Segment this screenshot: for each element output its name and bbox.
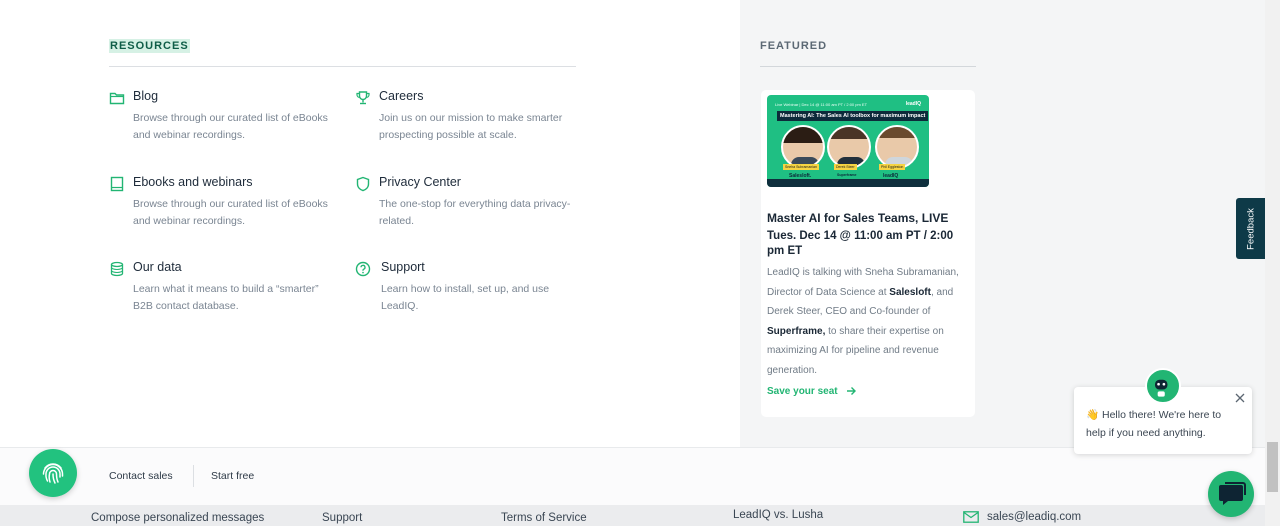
start-free-link[interactable]: Start free bbox=[211, 470, 254, 482]
featured-section: FEATURED Live Webinar | Dec 14 @ 11:00 a… bbox=[740, 0, 1280, 447]
resource-link-careers[interactable]: Careers Join us on our mission to make s… bbox=[355, 89, 585, 145]
thumb-title: Mastering AI: The Sales AI toolbox for m… bbox=[777, 111, 929, 121]
resource-link-our-data[interactable]: Our data Learn what it means to build a … bbox=[109, 260, 339, 316]
resource-link-ebooks-webinars[interactable]: Ebooks and webinars Browse through our c… bbox=[109, 175, 339, 231]
fingerprint-icon bbox=[42, 463, 64, 484]
arrow-right-icon bbox=[847, 387, 856, 395]
resource-link-privacy-center[interactable]: Privacy Center The one-stop for everythi… bbox=[355, 175, 585, 231]
close-icon[interactable] bbox=[1233, 391, 1247, 405]
divider bbox=[193, 465, 194, 487]
featured-title[interactable]: Master AI for Sales Teams, LIVE bbox=[767, 209, 967, 228]
speaker-tag: Phil Eggleston bbox=[879, 164, 906, 170]
resource-desc: Browse through our curated list of eBook… bbox=[133, 112, 328, 141]
help-circle-icon bbox=[355, 261, 371, 277]
speaker-tag: Derek Steer bbox=[834, 164, 857, 170]
feedback-tab[interactable]: Feedback bbox=[1236, 198, 1265, 259]
save-your-seat-link[interactable]: Save your seat bbox=[767, 386, 856, 397]
page: RESOURCES Blog Browse through our curate… bbox=[0, 0, 1280, 526]
mail-icon bbox=[963, 511, 979, 523]
webinar-thumbnail[interactable]: Live Webinar | Dec 14 @ 11:00 am PT / 2:… bbox=[767, 95, 929, 187]
resources-section: RESOURCES Blog Browse through our curate… bbox=[0, 0, 740, 447]
divider bbox=[760, 66, 976, 67]
speaker-photo bbox=[781, 125, 825, 169]
divider bbox=[109, 66, 576, 67]
resource-title: Blog bbox=[133, 89, 159, 103]
brand-logo: Superframe bbox=[837, 173, 857, 177]
footer-link[interactable]: LeadIQ vs. Lusha bbox=[733, 509, 823, 521]
thumb-logo: leadIQ bbox=[905, 101, 921, 107]
resource-desc: Learn what it means to build a “smarter”… bbox=[133, 283, 319, 312]
folder-icon bbox=[109, 92, 125, 105]
featured-description: LeadIQ is talking with Sneha Subramanian… bbox=[767, 267, 959, 376]
resource-link-support[interactable]: Support Learn how to install, set up, an… bbox=[355, 260, 585, 316]
featured-card[interactable]: Live Webinar | Dec 14 @ 11:00 am PT / 2:… bbox=[761, 90, 975, 417]
speaker-photo bbox=[827, 125, 871, 169]
footer-link[interactable]: Terms of Service bbox=[501, 512, 587, 524]
database-icon bbox=[110, 261, 124, 277]
resource-desc: Learn how to install, set up, and use Le… bbox=[381, 283, 550, 312]
footer-link[interactable]: Compose personalized messages bbox=[91, 512, 264, 524]
resource-desc: The one-stop for everything data privacy… bbox=[379, 198, 571, 227]
footer-link[interactable]: Support bbox=[322, 512, 362, 524]
chat-greeting-text: 👋 Hello there! We're here to help if you… bbox=[1086, 409, 1222, 439]
feedback-label: Feedback bbox=[1245, 207, 1256, 250]
fingerprint-button[interactable] bbox=[29, 449, 77, 497]
chat-launcher-button[interactable] bbox=[1208, 471, 1254, 517]
robot-icon bbox=[1155, 379, 1168, 397]
trophy-icon bbox=[356, 91, 370, 105]
contact-sales-link[interactable]: Contact sales bbox=[109, 470, 173, 482]
resource-link-blog[interactable]: Blog Browse through our curated list of … bbox=[109, 89, 339, 145]
featured-date: Tues. Dec 14 @ 11:00 am PT / 2:00 pm ET bbox=[767, 230, 954, 257]
featured-heading: FEATURED bbox=[760, 40, 828, 52]
resource-title: Our data bbox=[133, 260, 182, 274]
shield-icon bbox=[356, 176, 370, 192]
speaker-tag: Sneha Subramanian bbox=[783, 164, 819, 170]
thumb-bottom-band bbox=[767, 179, 929, 187]
resource-title: Ebooks and webinars bbox=[133, 175, 253, 189]
chatbot-avatar bbox=[1145, 368, 1181, 404]
resource-title: Support bbox=[381, 260, 425, 274]
chat-bubble-icon bbox=[1219, 482, 1246, 505]
resource-title: Careers bbox=[379, 89, 424, 103]
resource-title: Privacy Center bbox=[379, 175, 461, 189]
cta-bar: Contact sales Start free bbox=[0, 447, 1265, 505]
footer-links: Compose personalized messages Support Te… bbox=[0, 505, 1265, 526]
email-link[interactable]: sales@leadiq.com bbox=[987, 511, 1081, 523]
save-your-seat-label: Save your seat bbox=[767, 386, 838, 397]
scrollbar-thumb[interactable] bbox=[1267, 442, 1278, 492]
speaker-photo bbox=[875, 125, 919, 169]
resource-desc: Join us on our mission to make smarter p… bbox=[379, 112, 563, 141]
book-icon bbox=[110, 176, 124, 192]
resources-heading: RESOURCES bbox=[109, 39, 190, 53]
thumb-topline: Live Webinar | Dec 14 @ 11:00 am PT / 2:… bbox=[775, 102, 868, 107]
resource-desc: Browse through our curated list of eBook… bbox=[133, 198, 328, 227]
